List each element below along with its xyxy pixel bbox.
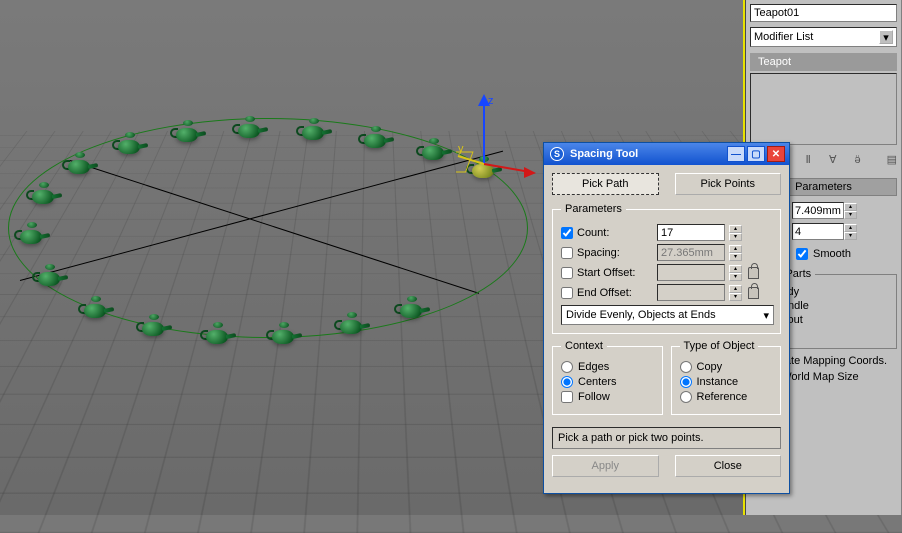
context-legend: Context: [561, 340, 607, 352]
curve-icon[interactable]: ∀: [829, 153, 837, 166]
count-input[interactable]: [657, 224, 725, 241]
minimize-button[interactable]: —: [727, 146, 745, 162]
lock-icon[interactable]: [748, 287, 759, 299]
context-group: Context Edges Centers Follow: [552, 340, 663, 415]
teapot-instance[interactable]: [200, 322, 236, 344]
teapot-instance[interactable]: [32, 264, 68, 286]
chevron-down-icon: ▾: [763, 309, 769, 322]
close-dialog-button[interactable]: Close: [675, 455, 782, 477]
pick-path-button[interactable]: Pick Path: [552, 173, 659, 195]
type-copy-radio[interactable]: Copy: [680, 361, 775, 373]
end-offset-input: [657, 284, 725, 301]
spinner-up-icon[interactable]: ▴: [844, 224, 857, 232]
segments-spinner[interactable]: ▴▾: [792, 223, 857, 240]
distribution-value: Divide Evenly, Objects at Ends: [566, 309, 716, 321]
modifier-list-combo[interactable]: Modifier List ▾: [750, 27, 897, 47]
type-instance-radio[interactable]: Instance: [680, 376, 775, 388]
teapot-instance[interactable]: [394, 296, 430, 318]
teapot-instance[interactable]: [112, 132, 148, 154]
spinner-up-icon[interactable]: ▴: [729, 225, 742, 233]
configure-icon[interactable]: ▤: [887, 153, 897, 166]
trash-icon[interactable]: ӛ: [854, 154, 860, 166]
object-name-field[interactable]: Teapot01: [750, 4, 897, 22]
spinner-down-icon[interactable]: ▾: [729, 273, 742, 281]
close-button[interactable]: ✕: [767, 146, 785, 162]
chevron-down-icon: ▾: [879, 30, 893, 44]
end-offset-checkbox[interactable]: [561, 287, 573, 299]
spinner-down-icon[interactable]: ▾: [729, 293, 742, 301]
status-text: Pick a path or pick two points.: [552, 427, 781, 449]
teapot-instance[interactable]: [416, 138, 452, 160]
context-centers-radio[interactable]: Centers: [561, 376, 656, 388]
teapot-instance[interactable]: [358, 126, 394, 148]
smooth-checkbox[interactable]: Smooth: [796, 248, 851, 260]
spinner-up-icon[interactable]: ▴: [729, 285, 742, 293]
spinner-up-icon[interactable]: ▴: [729, 245, 742, 253]
teapot-instance[interactable]: [266, 322, 302, 344]
teapot-instance[interactable]: [296, 118, 332, 140]
count-checkbox[interactable]: [561, 227, 573, 239]
spinner-up-icon[interactable]: ▴: [844, 203, 857, 211]
teapot-instance[interactable]: [78, 296, 114, 318]
type-group: Type of Object Copy Instance Reference: [671, 340, 782, 415]
parameters-legend: Parameters: [561, 203, 626, 215]
teapot-instance[interactable]: [136, 314, 172, 336]
dialog-titlebar[interactable]: S Spacing Tool — ▢ ✕: [544, 143, 789, 165]
segments-input[interactable]: [792, 223, 844, 240]
lightbulb-icon[interactable]: Ⅱ: [806, 153, 811, 166]
type-reference-radio[interactable]: Reference: [680, 391, 775, 403]
teapot-instance[interactable]: [466, 156, 502, 178]
app-icon: S: [550, 147, 564, 161]
modifier-stack-item[interactable]: Teapot: [750, 53, 897, 71]
parameters-group: Parameters Count: ▴▾ Spacing: ▴▾ Start O…: [552, 203, 781, 334]
teapot-instance[interactable]: [334, 312, 370, 334]
teapot-instance[interactable]: [232, 116, 268, 138]
pick-points-button[interactable]: Pick Points: [675, 173, 782, 195]
lock-icon[interactable]: [748, 267, 759, 279]
teapot-instance[interactable]: [170, 120, 206, 142]
context-follow-checkbox[interactable]: Follow: [561, 391, 656, 403]
type-legend: Type of Object: [680, 340, 759, 352]
distribution-combo[interactable]: Divide Evenly, Objects at Ends ▾: [561, 305, 774, 325]
spacing-input: [657, 244, 725, 261]
maximize-button[interactable]: ▢: [747, 146, 765, 162]
context-edges-radio[interactable]: Edges: [561, 361, 656, 373]
radius-input[interactable]: [792, 202, 844, 219]
spacing-checkbox[interactable]: [561, 247, 573, 259]
svg-text:z: z: [488, 95, 494, 107]
radius-spinner[interactable]: ▴▾: [792, 202, 857, 219]
modifier-list-label: Modifier List: [754, 31, 813, 43]
apply-button[interactable]: Apply: [552, 455, 659, 477]
teapot-instance[interactable]: [62, 152, 98, 174]
spinner-down-icon[interactable]: ▾: [729, 253, 742, 261]
spinner-up-icon[interactable]: ▴: [729, 265, 742, 273]
spinner-down-icon[interactable]: ▾: [729, 233, 742, 241]
modifier-stack-area[interactable]: [750, 73, 897, 145]
spinner-down-icon[interactable]: ▾: [844, 211, 857, 219]
spacing-tool-dialog: S Spacing Tool — ▢ ✕ Pick Path Pick Poin…: [543, 142, 790, 494]
spinner-down-icon[interactable]: ▾: [844, 232, 857, 240]
start-offset-input: [657, 264, 725, 281]
teapot-instance[interactable]: [14, 222, 50, 244]
teapot-instance[interactable]: [26, 182, 62, 204]
dialog-title: Spacing Tool: [570, 148, 638, 160]
start-offset-checkbox[interactable]: [561, 267, 573, 279]
